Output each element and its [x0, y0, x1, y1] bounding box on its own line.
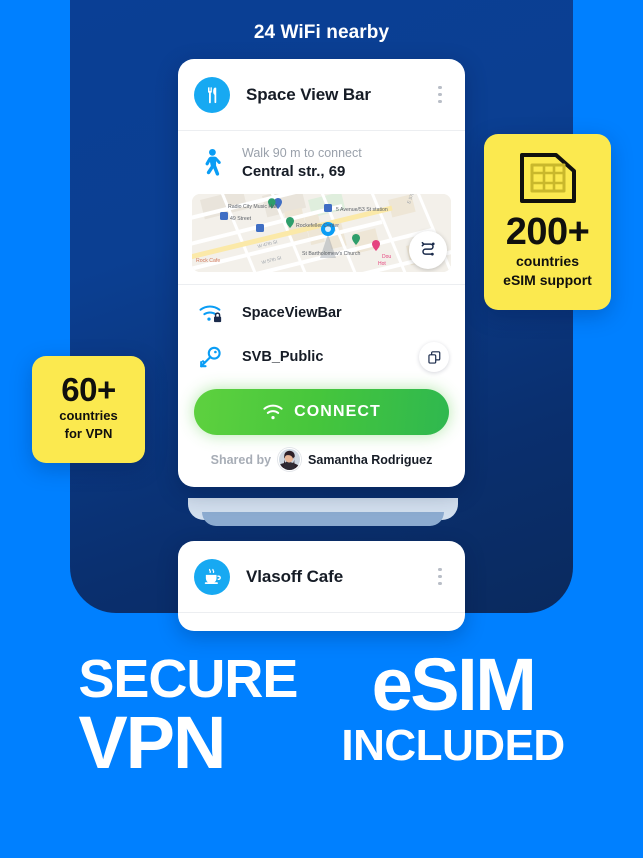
coffee-cup-icon	[194, 558, 230, 595]
wifi-place-card-secondary[interactable]: Vlasoff Cafe	[178, 541, 465, 631]
route-directions-icon[interactable]	[409, 231, 447, 269]
network-ssid: SpaceViewBar	[242, 305, 342, 321]
connect-label: CONNECT	[294, 403, 381, 420]
kebab-menu-icon-secondary[interactable]	[431, 566, 449, 588]
headline-included: INCLUDED	[341, 721, 565, 770]
svg-text:Radio City Music Hall: Radio City Music Hall	[228, 204, 277, 210]
walk-text-group: Walk 90 m to connect Central str., 69	[242, 145, 362, 182]
key-icon	[194, 345, 228, 369]
place-name-secondary: Vlasoff Cafe	[246, 566, 344, 586]
badge-vpn-line1: countries	[59, 408, 118, 423]
badge-esim-line2: eSIM support	[503, 272, 592, 288]
network-row-password[interactable]: SVB_Public	[178, 335, 465, 379]
walk-address: Central str., 69	[242, 163, 346, 180]
badge-esim-countries: 200+ countries eSIM support	[484, 134, 611, 310]
svg-text:Dou: Dou	[382, 254, 391, 260]
walk-hint: Walk 90 m to connect	[242, 146, 362, 160]
svg-text:St Bartholomew's Church: St Bartholomew's Church	[302, 251, 360, 257]
stacked-card-layer-2	[202, 512, 444, 526]
headline-vpn: VPN	[78, 701, 226, 784]
wifi-icon	[263, 404, 283, 420]
place-name: Space View Bar	[246, 84, 371, 104]
walk-directions-row: Walk 90 m to connect Central str., 69	[178, 131, 465, 192]
shared-by-prefix: Shared by	[210, 452, 272, 467]
kebab-menu-icon[interactable]	[431, 84, 449, 106]
headline-secure: SECURE	[78, 649, 298, 709]
svg-text:5 Avenue/53 St station: 5 Avenue/53 St station	[336, 207, 388, 213]
svg-text:Rockefeller Center: Rockefeller Center	[296, 223, 339, 229]
shared-by-row: Shared by Samantha Rodriguez	[178, 435, 465, 487]
network-password: SVB_Public	[242, 349, 324, 365]
user-avatar	[278, 448, 302, 471]
headline-esim: eSIM	[371, 643, 537, 726]
badge-vpn-line2: for VPN	[64, 426, 113, 441]
shared-by-name: Samantha Rodriguez	[308, 452, 433, 467]
headline-left: SECURE VPN	[78, 649, 298, 784]
badge-esim-line1: countries	[515, 253, 579, 269]
badge-esim-number: 200+	[505, 211, 590, 253]
svg-text:Hot: Hot	[378, 261, 386, 267]
copy-icon[interactable]	[419, 342, 449, 372]
promo-headline: SECURE VPN eSIM INCLUDED	[0, 643, 643, 784]
card2-header: Vlasoff Cafe	[178, 541, 465, 613]
card-divider	[178, 284, 465, 285]
headline-right: eSIM INCLUDED	[341, 643, 565, 778]
svg-text:49 Street: 49 Street	[230, 216, 252, 222]
sim-card-icon	[519, 153, 576, 203]
wifi-lock-icon	[194, 301, 228, 325]
network-row-secured[interactable]: SpaceViewBar	[178, 291, 465, 335]
badge-vpn-countries: 60+ countries for VPN	[32, 356, 145, 463]
card-header: Space View Bar	[178, 59, 465, 131]
page-title: 24 WiFi nearby	[253, 22, 390, 43]
connect-button[interactable]: CONNECT	[194, 389, 449, 435]
svg-text:Rock Cafe: Rock Cafe	[196, 258, 220, 264]
badge-vpn-number: 60+	[61, 371, 116, 408]
walking-person-icon	[194, 148, 228, 180]
promo-screenshot: 24 WiFi nearby Space View Bar Walk 90 m …	[0, 0, 643, 858]
map-preview[interactable]: Radio City Music Hall 49 Street 5 Avenue…	[192, 194, 451, 272]
restaurant-cutlery-icon	[194, 76, 230, 113]
wifi-place-card[interactable]: Space View Bar Walk 90 m to connect Cent…	[178, 59, 465, 487]
